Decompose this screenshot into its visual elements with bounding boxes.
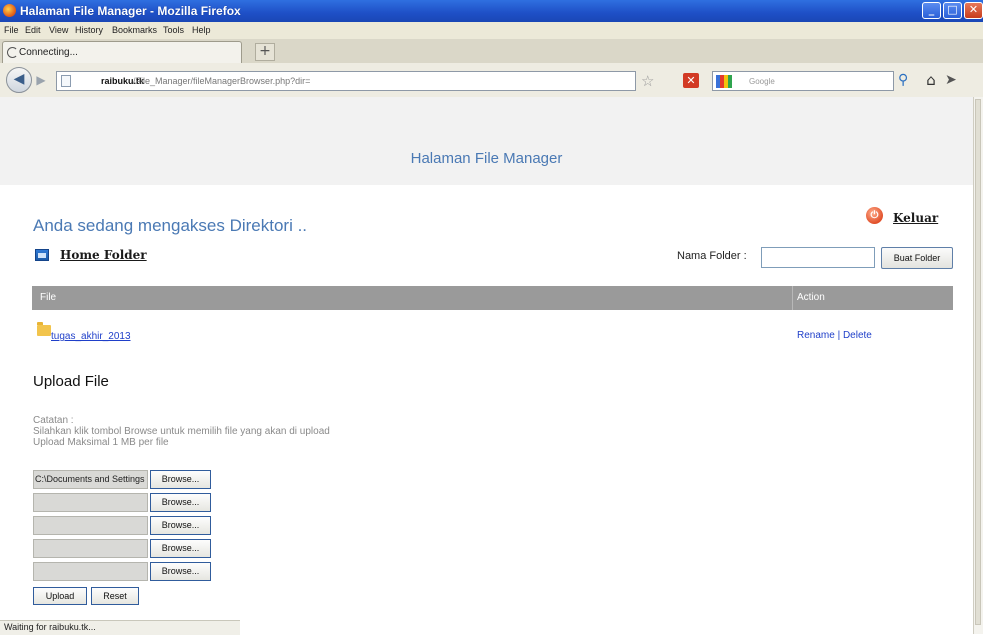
stop-icon[interactable]: ✕	[683, 73, 699, 88]
browse-button[interactable]: Browse...	[150, 493, 211, 512]
file-input[interactable]	[33, 493, 148, 512]
status-bar: Waiting for raibuku.tk...	[0, 620, 240, 635]
back-arrow-icon[interactable]: ◀	[6, 67, 32, 93]
star-icon[interactable]: ☆	[641, 72, 654, 90]
browse-button[interactable]: Browse...	[150, 470, 211, 489]
search-placeholder: Google	[749, 77, 775, 86]
rename-delete-link[interactable]: Rename | Delete	[797, 330, 872, 341]
file-input[interactable]: C:\Documents and Settings	[33, 470, 148, 489]
firefox-logo-icon	[3, 4, 16, 17]
folder-name-input[interactable]	[761, 247, 875, 268]
column-header-file: File	[40, 292, 57, 303]
new-tab-button[interactable]: +	[255, 43, 275, 61]
window-titlebar: Halaman File Manager - Mozilla Firefox _…	[0, 0, 983, 22]
menu-file[interactable]: File	[4, 25, 19, 35]
menu-view[interactable]: View	[49, 25, 68, 35]
menu-history[interactable]: History	[75, 25, 103, 35]
scrollbar-thumb[interactable]	[975, 99, 981, 625]
column-header-action: Action	[797, 292, 825, 303]
power-icon[interactable]: ⏻	[866, 207, 883, 224]
window-title: Halaman File Manager - Mozilla Firefox	[20, 4, 241, 18]
folder-link[interactable]: tugas_akhir_2013	[51, 331, 131, 342]
home-folder-link[interactable]: Home Folder	[60, 248, 147, 262]
url-path: /File_Manager/fileManagerBrowser.php?dir…	[133, 76, 311, 86]
minimize-button[interactable]: _	[922, 2, 941, 19]
folder-icon	[37, 322, 51, 336]
folder-home-icon	[35, 249, 49, 261]
logout-link[interactable]: Keluar	[893, 211, 938, 225]
menu-bar: File Edit View History Bookmarks Tools H…	[0, 22, 983, 39]
directory-heading: Anda sedang mengakses Direktori ..	[33, 216, 308, 235]
menu-bookmarks[interactable]: Bookmarks	[112, 25, 157, 35]
column-divider	[792, 286, 793, 310]
menu-tools[interactable]: Tools	[163, 25, 184, 35]
file-input[interactable]	[33, 539, 148, 558]
upload-note: Catatan :	[33, 415, 74, 426]
folder-name-label: Nama Folder :	[677, 250, 747, 262]
reset-button[interactable]: Reset	[91, 587, 139, 605]
browse-button[interactable]: Browse...	[150, 516, 211, 535]
status-text: Waiting for raibuku.tk...	[4, 622, 96, 632]
upload-note: Upload Maksimal 1 MB per file	[33, 437, 169, 448]
upload-note: Silahkan klik tombol Browse untuk memili…	[33, 426, 330, 437]
file-input[interactable]	[33, 562, 148, 581]
tab-current[interactable]: Connecting...	[2, 41, 242, 63]
page-icon	[61, 75, 71, 87]
menu-help[interactable]: Help	[192, 25, 211, 35]
maximize-button[interactable]: □	[943, 2, 962, 19]
page-header	[0, 97, 973, 185]
bookmark-pin-icon[interactable]: ➤	[945, 72, 957, 88]
home-icon[interactable]: ⌂	[921, 71, 941, 91]
create-folder-button[interactable]: Buat Folder	[881, 247, 953, 269]
browse-button[interactable]: Browse...	[150, 562, 211, 581]
search-input[interactable]: Google	[712, 71, 894, 91]
upload-title: Upload File	[33, 373, 109, 390]
loading-spinner-icon	[7, 47, 18, 58]
close-button[interactable]: ✕	[964, 2, 983, 19]
menu-edit[interactable]: Edit	[25, 25, 41, 35]
browse-button[interactable]: Browse...	[150, 539, 211, 558]
upload-button[interactable]: Upload	[33, 587, 87, 605]
magnifier-icon[interactable]: ⚲	[898, 72, 908, 88]
page-title: Halaman File Manager	[410, 150, 563, 167]
url-bar[interactable]: raibuku.tk /File_Manager/fileManagerBrow…	[56, 71, 636, 91]
file-input[interactable]	[33, 516, 148, 535]
forward-arrow-icon[interactable]: ▶	[32, 71, 50, 89]
tab-label: Connecting...	[19, 47, 78, 58]
google-logo-icon	[716, 75, 732, 88]
